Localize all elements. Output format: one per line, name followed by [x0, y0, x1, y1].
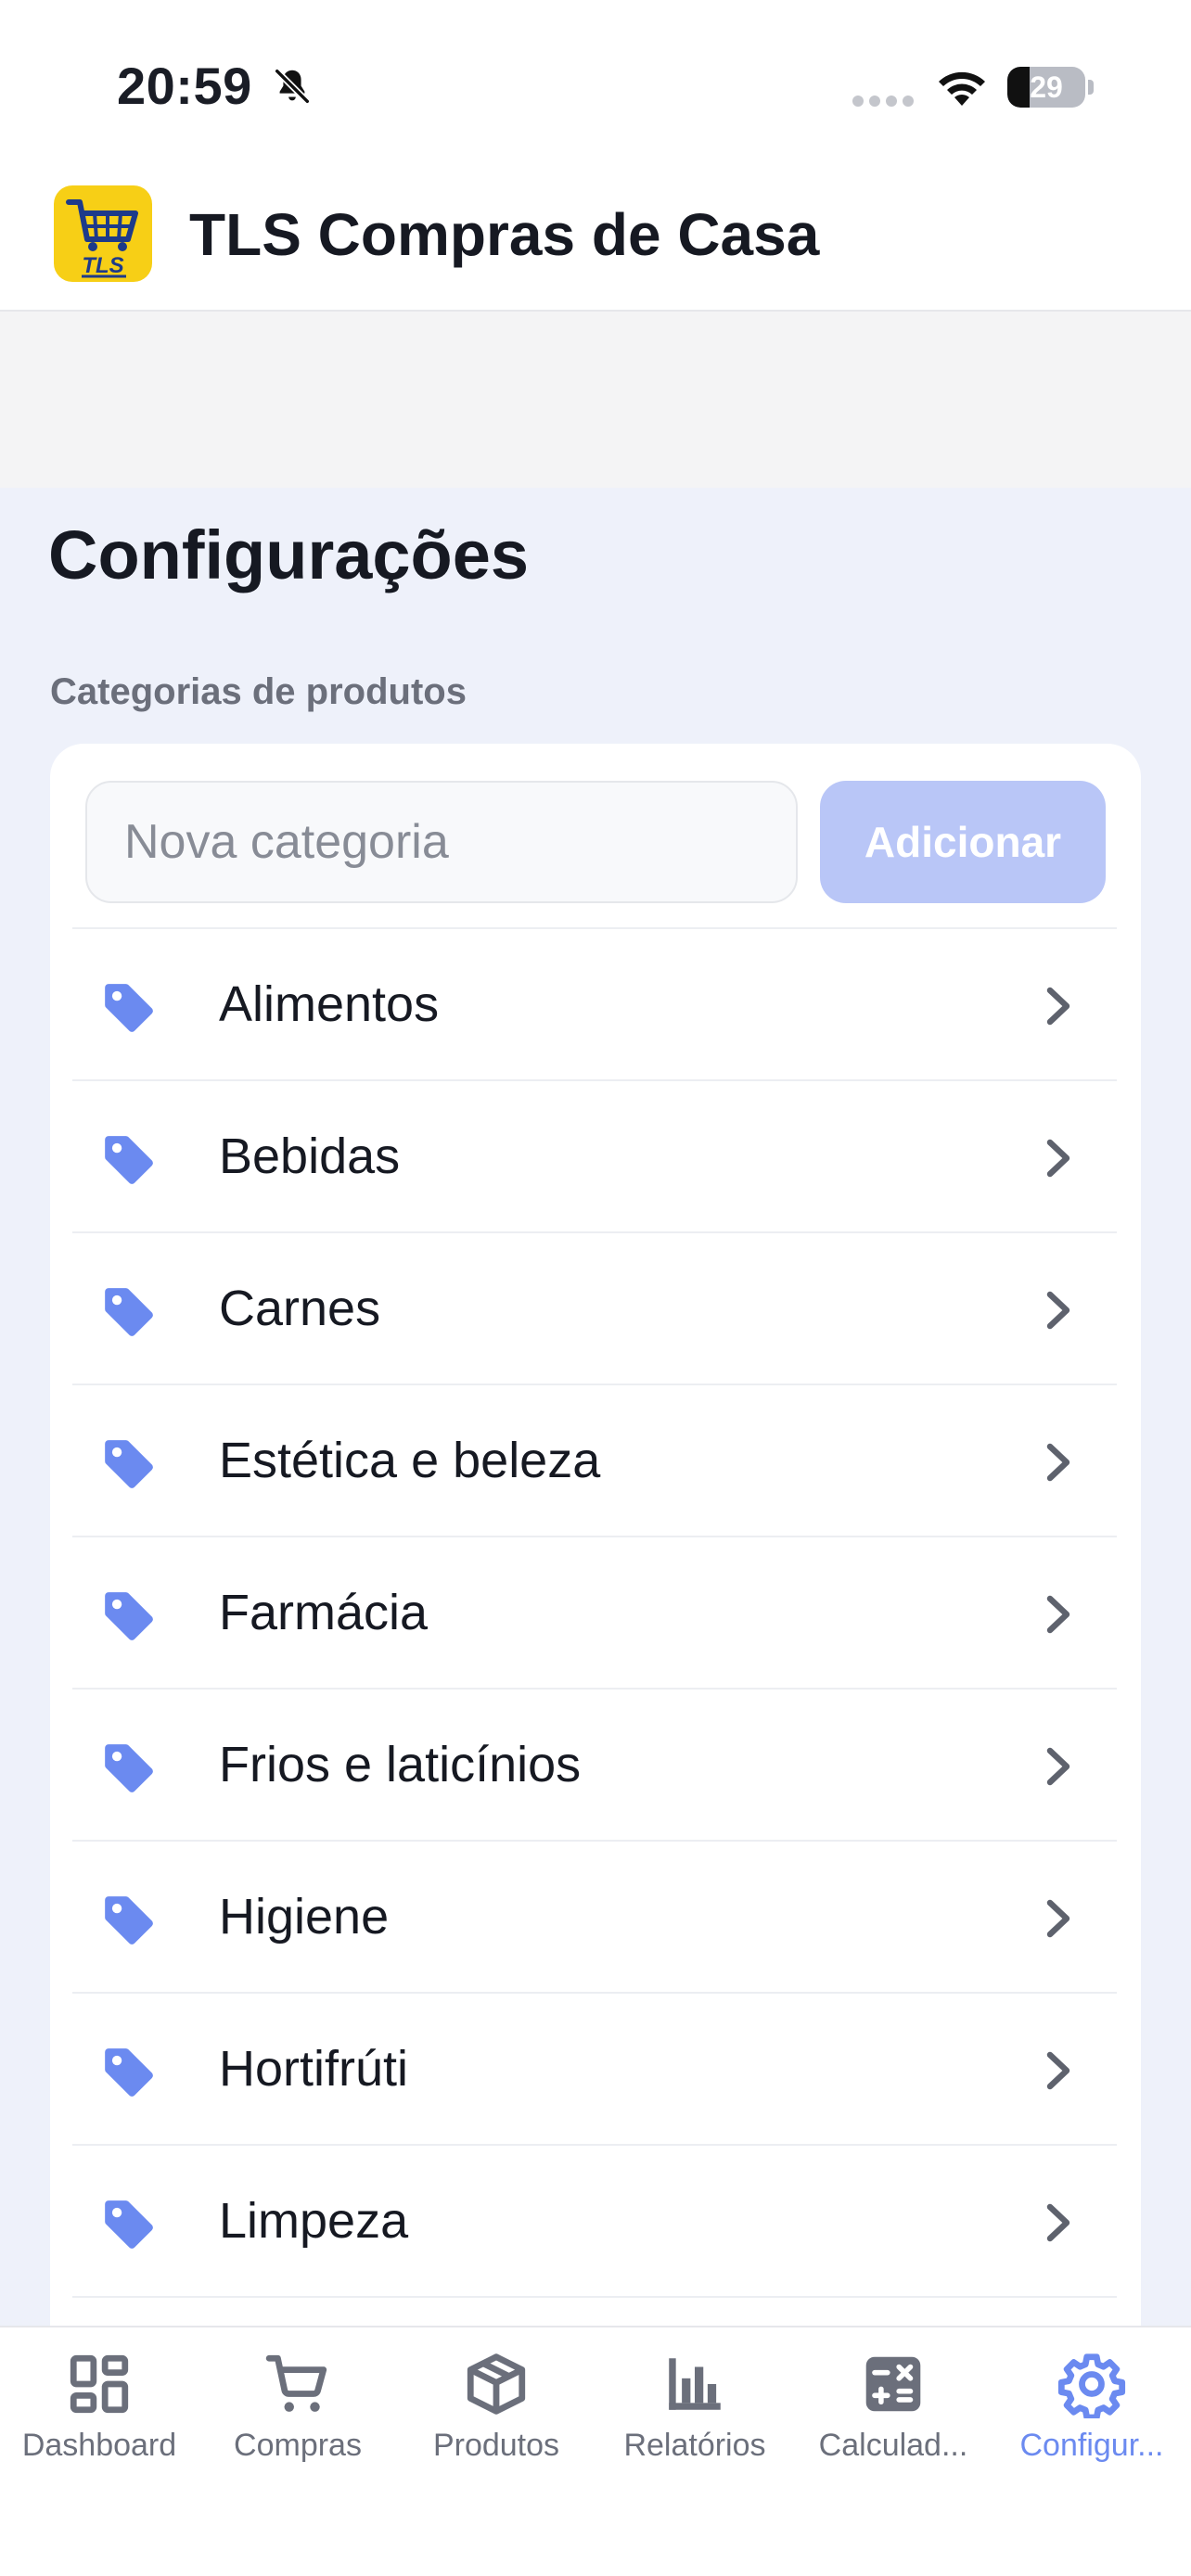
category-label: Frios e laticínios	[219, 1737, 582, 1792]
category-label: Farmácia	[219, 1585, 429, 1640]
app-logo: TLS	[54, 185, 152, 282]
tab-label: Calculad...	[818, 2428, 968, 2463]
tab-calculadora[interactable]: Calculad...	[794, 2327, 992, 2513]
tag-icon	[105, 1288, 153, 1336]
category-label: Limpeza	[219, 2193, 409, 2249]
add-category-button[interactable]: Adicionar	[820, 781, 1106, 903]
chevron-right-icon	[1046, 987, 1070, 1026]
tab-dashboard[interactable]: Dashboard	[0, 2327, 198, 2513]
app-bar: TLS TLS Compras de Casa	[0, 167, 1191, 312]
battery-level: 29	[1030, 70, 1063, 104]
tag-icon	[105, 1744, 153, 1792]
category-row-alimentos[interactable]: Alimentos	[72, 927, 1117, 1079]
tab-relatorios[interactable]: Relatórios	[596, 2327, 794, 2513]
battery-icon: 29	[1007, 67, 1085, 108]
chevron-right-icon	[1046, 1139, 1070, 1178]
app-title: TLS Compras de Casa	[189, 201, 820, 268]
tag-icon	[105, 1896, 153, 1945]
chevron-right-icon	[1046, 2051, 1070, 2090]
tag-icon	[105, 1592, 153, 1640]
logo-text: TLS	[82, 253, 123, 278]
tab-label: Dashboard	[21, 2428, 177, 2463]
signal-dots-icon	[852, 96, 914, 107]
tag-icon	[105, 2200, 153, 2249]
tab-compras[interactable]: Compras	[198, 2327, 397, 2513]
category-label: Estética e beleza	[219, 1433, 601, 1488]
battery-cap	[1088, 80, 1094, 95]
tag-icon	[105, 984, 153, 1032]
tag-icon	[105, 2048, 153, 2097]
status-time: 20:59	[117, 57, 252, 115]
tab-configuracoes[interactable]: Configur...	[992, 2327, 1191, 2513]
chevron-right-icon	[1046, 1443, 1070, 1482]
tab-produtos[interactable]: Produtos	[397, 2327, 596, 2513]
tab-label: Compras	[234, 2428, 362, 2463]
chevron-right-icon	[1046, 1899, 1070, 1938]
category-row-farmacia[interactable]: Farmácia	[72, 1536, 1117, 1688]
categories-card: Adicionar Alimentos Bebidas Carnes Estét…	[50, 744, 1141, 2413]
tab-label: Configur...	[1019, 2428, 1164, 2463]
wifi-icon	[939, 71, 985, 106]
tab-label: Produtos	[432, 2428, 560, 2463]
category-row-frios-e-laticinios[interactable]: Frios e laticínios	[72, 1688, 1117, 1840]
bell-slash-icon	[274, 68, 311, 105]
header-spacer	[0, 312, 1191, 488]
tag-icon	[105, 1440, 153, 1488]
cart-logo-icon: TLS	[66, 199, 138, 278]
new-category-input[interactable]	[85, 781, 798, 903]
status-bar: 20:59 29	[0, 0, 1191, 167]
cart-icon	[265, 2354, 327, 2412]
category-row-limpeza[interactable]: Limpeza	[72, 2144, 1117, 2296]
box-icon	[467, 2353, 526, 2415]
category-label: Alimentos	[219, 976, 440, 1032]
category-row-higiene[interactable]: Higiene	[72, 1840, 1117, 1992]
category-label: Carnes	[219, 1281, 381, 1336]
category-label: Hortifrúti	[219, 2041, 409, 2097]
section-label: Categorias de produtos	[50, 671, 467, 712]
category-row-carnes[interactable]: Carnes	[72, 1231, 1117, 1384]
category-label: Bebidas	[219, 1129, 401, 1184]
category-row-bebidas[interactable]: Bebidas	[72, 1079, 1117, 1231]
dashboard-icon	[70, 2354, 129, 2414]
page-title: Configurações	[48, 516, 530, 593]
calculator-icon	[865, 2356, 921, 2412]
tab-label: Relatórios	[623, 2428, 766, 2463]
category-row-estetica-e-beleza[interactable]: Estética e beleza	[72, 1384, 1117, 1536]
chevron-right-icon	[1046, 2203, 1070, 2242]
tag-icon	[105, 1136, 153, 1184]
chevron-right-icon	[1046, 1595, 1070, 1634]
bar-chart-icon	[669, 2358, 721, 2410]
chevron-right-icon	[1046, 1747, 1070, 1786]
category-row-hortifruti[interactable]: Hortifrúti	[72, 1992, 1117, 2144]
chevron-right-icon	[1046, 1291, 1070, 1330]
bottom-tab-bar: Dashboard Compras Produtos Relatórios Ca…	[0, 2326, 1191, 2576]
category-list: Alimentos Bebidas Carnes Estética e bele…	[72, 927, 1117, 2333]
category-label: Higiene	[219, 1889, 390, 1945]
gear-icon	[1057, 2353, 1126, 2418]
